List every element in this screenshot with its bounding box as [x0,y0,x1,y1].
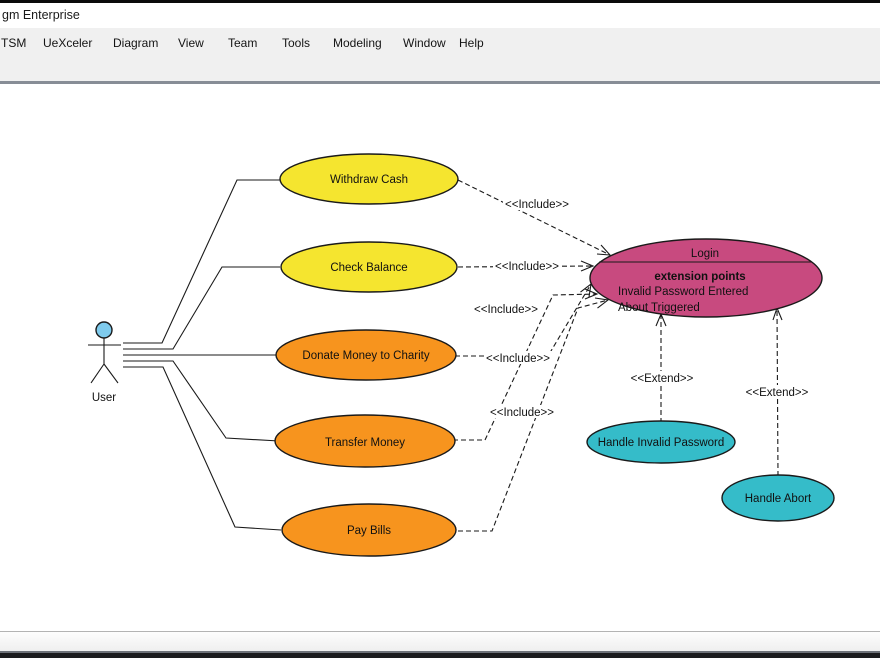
association-transfer[interactable] [123,361,279,441]
use-case-label: Donate Money to Charity [302,350,429,362]
use-case-withdraw-cash[interactable]: Withdraw Cash [280,154,458,204]
include-withdraw-login[interactable] [458,180,610,255]
use-case-pay-bills[interactable]: Pay Bills [282,504,456,556]
use-case-diagram: <<Include>> <<Include>> <<Include>> <<In… [0,0,880,658]
use-case-label: Transfer Money [325,437,405,449]
include-label: <<Include>> [490,407,554,419]
extend-label: <<Extend>> [746,387,809,399]
actor-label: User [92,392,116,404]
association-pay-bills[interactable] [123,367,281,530]
extension-points-title: extension points [654,271,745,283]
use-case-check-balance[interactable]: Check Balance [281,242,457,292]
extend-label: <<Extend>> [631,373,694,385]
extension-point-2: About Triggered [618,302,700,314]
use-case-login[interactable]: Login extension points Invalid Password … [590,239,822,317]
use-case-transfer-money[interactable]: Transfer Money [275,415,455,467]
association-withdraw[interactable] [123,180,280,343]
use-case-handle-abort[interactable]: Handle Abort [722,475,834,521]
actor-user[interactable]: User [88,322,121,404]
include-label: <<Include>> [505,199,569,211]
include-label: <<Include>> [495,261,559,273]
extension-point-1: Invalid Password Entered [618,286,748,298]
use-case-label: Handle Invalid Password [598,437,725,449]
arrowhead-icon [597,245,610,255]
association-lines[interactable] [123,180,281,530]
actor-figure-icon [88,338,121,383]
status-bar [0,631,880,651]
use-case-label: Check Balance [330,262,407,274]
use-case-label: Withdraw Cash [330,174,408,186]
app-window: gm Enterprise TSM UeXceler Diagram View … [0,0,880,658]
use-case-handle-invalid-password[interactable]: Handle Invalid Password [587,421,735,463]
include-label: <<Include>> [474,304,538,316]
association-check-balance[interactable] [123,267,280,349]
bottom-edge-bar [0,651,880,658]
use-case-label: Handle Abort [745,493,812,505]
use-case-donate-money[interactable]: Donate Money to Charity [276,330,456,380]
actor-head-icon [96,322,112,338]
use-case-label: Login [691,248,719,260]
use-case-label: Pay Bills [347,525,391,537]
include-label: <<Include>> [486,353,550,365]
